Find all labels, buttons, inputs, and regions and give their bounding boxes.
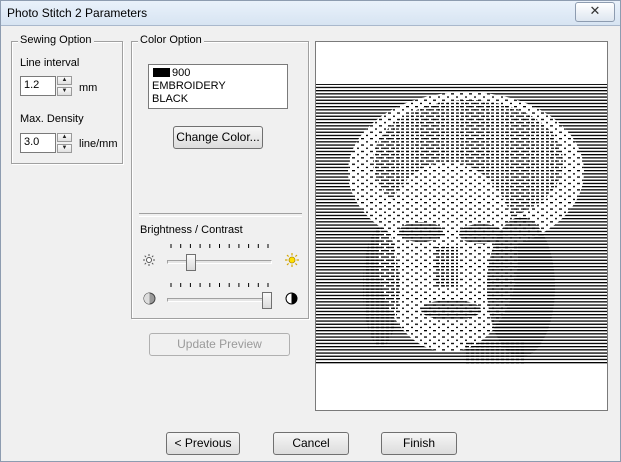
spin-down-icon[interactable]: ▼ [57,87,72,96]
finish-button[interactable]: Finish [381,432,457,455]
color-option-legend: Color Option [138,34,204,46]
contrast-ticks [170,283,269,287]
spin-up-icon[interactable]: ▲ [57,133,72,142]
max-density-input[interactable]: 3.0 [20,133,56,153]
sun-dim-icon [143,254,155,266]
contrast-high-icon [285,292,298,305]
line-interval-unit: mm [79,82,98,94]
brightness-ticks [170,244,269,248]
color-type: EMBROIDERY [152,80,226,92]
brightness-slider-thumb[interactable] [186,254,196,271]
sewing-option-legend: Sewing Option [18,34,94,46]
brightness-contrast-label: Brightness / Contrast [140,224,243,236]
window-title: Photo Stitch 2 Parameters [7,6,148,20]
title-bar: Photo Stitch 2 Parameters ✕ [0,0,621,26]
divider [139,213,302,217]
close-icon: ✕ [589,4,601,19]
sun-bright-icon [285,253,299,267]
color-swatch [153,68,170,77]
max-density-label: Max. Density [20,113,84,125]
color-code: 900 [172,67,191,79]
stitch-preview [315,41,608,411]
contrast-track[interactable] [167,298,272,302]
update-preview-button[interactable]: Update Preview [149,333,290,356]
spin-up-icon[interactable]: ▲ [57,76,72,85]
spin-down-icon[interactable]: ▼ [57,144,72,153]
line-interval-input[interactable]: 1.2 [20,76,56,96]
contrast-low-icon [143,292,156,305]
cancel-button[interactable]: Cancel [273,432,349,455]
close-button[interactable]: ✕ [575,2,615,22]
max-density-unit: line/mm [79,138,118,150]
color-name: BLACK [152,93,189,105]
brightness-track[interactable] [167,260,272,264]
stitch-preview-image [316,84,607,364]
line-interval-label: Line interval [20,57,80,69]
change-color-button[interactable]: Change Color... [173,126,263,149]
color-list[interactable]: 900 EMBROIDERY BLACK [148,64,288,109]
contrast-slider-thumb[interactable] [262,292,272,309]
previous-button[interactable]: < Previous [166,432,240,455]
